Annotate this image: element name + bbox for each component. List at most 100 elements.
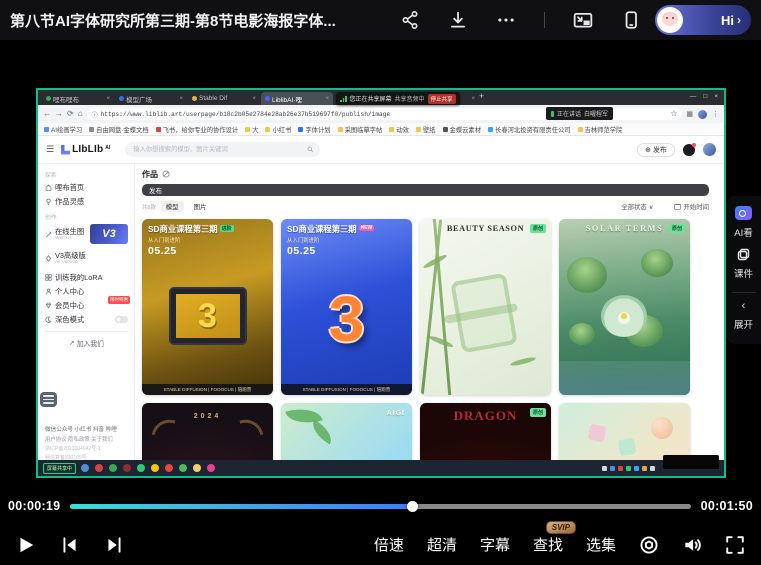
back-icon[interactable]: ← xyxy=(43,110,51,118)
search-input[interactable] xyxy=(131,145,304,154)
ai-watch-icon[interactable] xyxy=(735,206,752,220)
block-icon[interactable] xyxy=(162,170,170,178)
sidebar-item-inspiration[interactable]: 作品灵感 xyxy=(45,196,128,207)
bookmark-item[interactable]: 飞书，给你专业的协作设计 xyxy=(156,125,239,134)
v3-banner[interactable]: V3 xyxy=(90,224,128,244)
window-minimize-button[interactable]: — xyxy=(690,93,697,100)
screen-record-icon[interactable] xyxy=(639,535,659,555)
sidebar-item-home[interactable]: 哩布首页 xyxy=(45,182,128,193)
taskbar-app-icon[interactable] xyxy=(137,464,145,472)
bookmark-item[interactable]: 壁纸 xyxy=(416,125,436,134)
taskbar-app-icon[interactable] xyxy=(193,464,201,472)
work-card[interactable]: 原创 BEAUTY SEASON xyxy=(420,219,551,395)
footer-social-links[interactable]: 微信公众号 小红书 抖音 哔哩 xyxy=(45,425,128,433)
taskbar-app-icon[interactable] xyxy=(151,464,159,472)
tab-model[interactable]: 模型 xyxy=(161,201,184,212)
taskbar-app-icon[interactable] xyxy=(207,464,215,472)
publish-tab-selected[interactable]: 发布 xyxy=(142,184,709,196)
browser-profile-avatar[interactable] xyxy=(698,110,707,119)
reload-icon[interactable]: ⟳ xyxy=(67,110,74,118)
episodes-button[interactable]: 选集 xyxy=(586,534,616,555)
user-account-button[interactable]: Hi › xyxy=(655,5,751,35)
tray-icon[interactable] xyxy=(610,466,615,471)
play-button[interactable] xyxy=(16,535,36,555)
taskbar-app-icon[interactable] xyxy=(165,464,173,472)
taskbar-app-icon[interactable] xyxy=(109,464,117,472)
window-close-button[interactable]: × xyxy=(714,93,718,100)
browser-tab[interactable]: Stable Dif × xyxy=(188,92,260,105)
bookmark-item[interactable]: 金蝶云素材 xyxy=(443,125,481,134)
mirror-to-device-icon[interactable] xyxy=(621,10,641,30)
tray-icon[interactable] xyxy=(634,466,639,471)
sidebar-item-train-lora[interactable]: 训练我的LoRA xyxy=(45,272,128,283)
tab-image[interactable]: 图片 xyxy=(189,201,212,212)
work-card[interactable]: 原创 SOLAR TERMS xyxy=(559,219,690,395)
tab-close-icon[interactable]: × xyxy=(325,96,329,102)
browser-tab[interactable]: LiblibAI·哩 × xyxy=(261,92,333,105)
taskbar-share-indicator[interactable]: 屏幕共享中 xyxy=(43,463,76,474)
find-button[interactable]: 查找 xyxy=(533,537,563,554)
tray-icon[interactable] xyxy=(626,466,631,471)
taskbar-app-icon[interactable] xyxy=(179,464,187,472)
bookmark-item[interactable]: 吉林师范学院 xyxy=(578,125,623,134)
work-card[interactable]: SD商业课程第三期 NEW 从入门到进阶 05.25 3 STABLE DIFF… xyxy=(281,219,412,395)
tab-close-icon[interactable]: × xyxy=(179,96,183,102)
liblib-logo[interactable]: LIbLIb AI xyxy=(61,145,110,155)
bookmark-item[interactable]: 动效 xyxy=(389,125,409,134)
courseware-icon[interactable] xyxy=(737,248,750,261)
tab-close-icon[interactable]: × xyxy=(252,96,256,102)
tab-close-icon[interactable]: × xyxy=(471,96,475,102)
bookmark-item[interactable]: 字体计划 xyxy=(298,125,330,134)
hamburger-menu-icon[interactable]: ☰ xyxy=(46,144,54,155)
work-card[interactable]: 2024 xyxy=(142,403,273,464)
bookmark-item[interactable]: 小红书 xyxy=(265,125,291,134)
tab-close-icon[interactable]: × xyxy=(106,96,110,102)
liblib-user-avatar[interactable] xyxy=(703,143,716,156)
browser-tab[interactable]: 哩布哩布 × xyxy=(42,92,114,105)
expand-label[interactable]: 展开 xyxy=(734,317,753,331)
taskbar-app-icon[interactable] xyxy=(95,464,103,472)
sidebar-item-v3-advanced[interactable]: V3高级版 All Version xyxy=(45,248,128,269)
subtitles-button[interactable]: 字幕 xyxy=(480,534,510,555)
bookmark-item[interactable]: 大 xyxy=(245,125,258,134)
sidebar-item-member-center[interactable]: 会员中心 限时特惠 xyxy=(45,300,128,311)
more-icon[interactable] xyxy=(496,10,516,30)
new-tab-button[interactable]: + xyxy=(479,92,484,101)
bookmark-item[interactable]: 自由网盘·金蝶文档 xyxy=(89,125,148,134)
picture-in-picture-icon[interactable] xyxy=(573,10,593,30)
next-episode-button[interactable] xyxy=(104,535,124,555)
previous-episode-button[interactable] xyxy=(60,535,80,555)
footer-policy-links[interactable]: 用户协议 隐私政策 关于我们 xyxy=(45,435,128,443)
speed-button[interactable]: 倍速 xyxy=(374,534,404,555)
tray-icon[interactable] xyxy=(602,466,607,471)
status-filter-dropdown[interactable]: 全部状态 ∨ xyxy=(621,202,653,211)
work-card[interactable]: 原创 DRAGON xyxy=(420,403,551,464)
notification-bell-icon[interactable] xyxy=(683,144,695,156)
progress-bar[interactable] xyxy=(70,504,690,509)
bookmark-item[interactable]: AI绘画学习 xyxy=(44,125,82,134)
volume-icon[interactable] xyxy=(682,535,702,555)
stop-sharing-button[interactable]: 停止共享 xyxy=(428,94,456,104)
taskbar-app-icon[interactable] xyxy=(123,464,131,472)
work-card[interactable]: SD商业课程第三期 进阶 从入门到进阶 05.25 3 STABLE DIFFU… xyxy=(142,219,273,395)
start-time-filter[interactable]: 开始时间 xyxy=(674,202,709,211)
dark-mode-toggle[interactable] xyxy=(115,316,128,323)
sidebar-item-join-us[interactable]: ↗ 加入我们 xyxy=(45,338,128,348)
chevron-left-icon[interactable]: ‹ xyxy=(742,301,746,312)
download-icon[interactable] xyxy=(448,10,468,30)
floating-menu-widget[interactable] xyxy=(40,392,57,407)
home-icon[interactable]: ⌂ xyxy=(78,110,83,118)
fullscreen-icon[interactable] xyxy=(725,535,745,555)
tray-icon[interactable] xyxy=(650,466,655,471)
sidebar-item-dark-mode[interactable]: 深色模式 xyxy=(45,314,128,325)
quality-button[interactable]: 超清 xyxy=(427,534,457,555)
tray-icon[interactable] xyxy=(642,466,647,471)
bookmark-item[interactable]: 长春河北投资有限责任公司 xyxy=(488,125,571,134)
site-search[interactable] xyxy=(125,142,320,157)
site-info-icon[interactable]: ⓘ xyxy=(92,110,98,119)
browser-menu-icon[interactable]: ⋮ xyxy=(712,110,719,118)
extensions-icon[interactable]: ▦ xyxy=(686,110,693,118)
publish-button[interactable]: ⊕ 发布 xyxy=(637,143,675,157)
progress-thumb[interactable] xyxy=(407,501,418,512)
video-viewport[interactable]: 哩布哩布 × 模型广场 × Stable Dif × xyxy=(0,40,761,495)
